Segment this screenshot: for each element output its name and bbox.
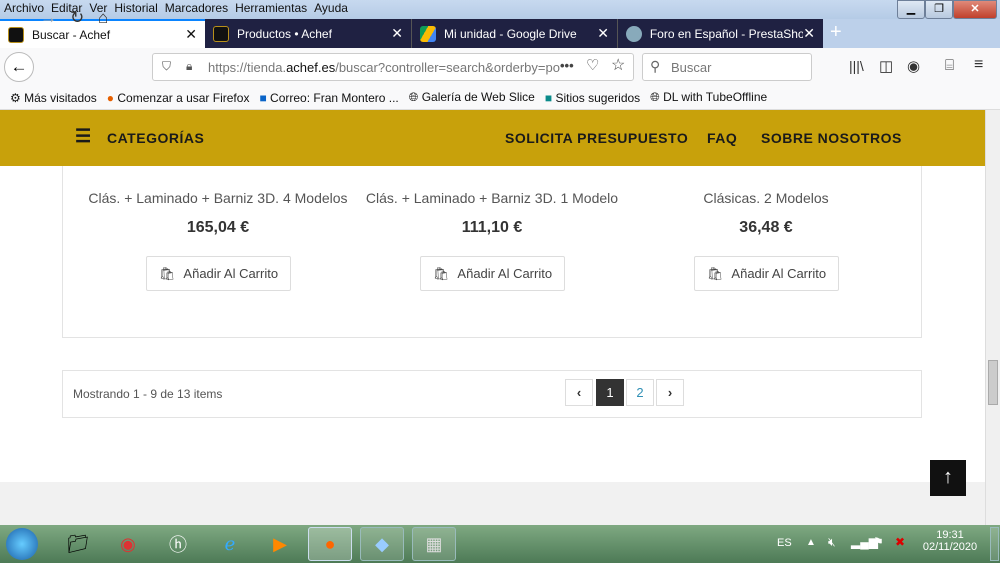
drive-icon	[420, 25, 436, 42]
search-icon: ⚲	[650, 58, 661, 74]
bookmark-mas-visitados[interactable]: ⚙ Más visitados	[10, 91, 97, 105]
show-desktop-button[interactable]	[990, 527, 999, 561]
menu-archivo[interactable]: Archivo	[4, 1, 44, 15]
close-tab-icon[interactable]: ✕	[185, 26, 197, 43]
menu-marcadores[interactable]: Marcadores	[165, 1, 228, 15]
close-tab-icon[interactable]: ✕	[803, 25, 815, 42]
start-button[interactable]	[6, 528, 38, 560]
close-tab-icon[interactable]: ✕	[391, 25, 403, 42]
forward-button[interactable]: →	[40, 8, 57, 28]
account-icon[interactable]: ◉	[907, 57, 920, 75]
internet-explorer-icon[interactable]: ℯ	[208, 527, 252, 561]
bookmark-galeria-web-slice[interactable]: 🌐︎ Galería de Web Slice	[409, 90, 535, 105]
site-header: ☰ CATEGORÍAS SOLICITA PRESUPUESTO FAQ SO…	[0, 110, 985, 166]
page-2-button[interactable]: 2	[626, 379, 654, 406]
achef-favicon-icon	[213, 25, 229, 42]
scroll-to-top-button[interactable]: ↑	[930, 460, 966, 496]
hamburger-icon[interactable]: ☰	[75, 126, 92, 147]
taskbar: 📁︎ ◉ ⓗ ℯ ▶ ● ◆ ▦ ES ▲ 🔇︎ ▂▄▆ ⚑ ✖ 19:31 02…	[0, 525, 1000, 563]
product-name[interactable]: Clás. + Laminado + Barniz 3D. 1 Modelo	[352, 190, 632, 206]
sidebar-icon[interactable]: ◫	[879, 57, 893, 75]
home-button[interactable]: ⌂	[98, 8, 108, 28]
menu-bar: Archivo Editar Ver Historial Marcadores Herra…	[0, 0, 1000, 19]
clock[interactable]: 19:31 02/11/2020	[920, 529, 980, 553]
bookmark-correo[interactable]: ■ Correo: Fran Montero ...	[259, 91, 398, 105]
restore-button[interactable]: ❐	[925, 0, 953, 19]
nav-faq[interactable]: FAQ	[707, 130, 737, 146]
lock-icon[interactable]: 🔒︎	[186, 59, 192, 74]
bookmarks-bar: ⚙ Más visitados ● Comenzar a usar Firefo…	[0, 86, 1000, 110]
power-icon[interactable]: ✖	[895, 535, 905, 549]
add-to-cart-button[interactable]: 🛍︎ Añadir Al Carrito	[420, 256, 565, 291]
calculator-icon[interactable]: ▦	[412, 527, 456, 561]
new-tab-button[interactable]: +	[830, 21, 842, 44]
tab-bar: Buscar - Achef ✕ Productos • Achef ✕ Mi un…	[0, 19, 1000, 48]
pagination-summary: Mostrando 1 - 9 de 13 items	[73, 387, 223, 401]
library-icon[interactable]: |||\	[849, 58, 864, 74]
outlook-icon: ■	[259, 90, 267, 105]
minimize-button[interactable]: ▁	[897, 0, 925, 19]
product-price: 111,10 €	[461, 219, 523, 236]
menu-historial[interactable]: Historial	[114, 1, 157, 15]
shopping-bag-icon: 🛍︎	[432, 265, 450, 281]
chrome-icon[interactable]: ◉	[106, 527, 150, 561]
page-actions-icon[interactable]: •••	[560, 58, 574, 73]
scrollbar-thumb[interactable]	[988, 360, 998, 405]
prev-page-button[interactable]: ‹	[565, 379, 593, 406]
add-to-cart-button[interactable]: 🛍︎ Añadir Al Carrito	[694, 256, 839, 291]
categories-menu[interactable]: CATEGORÍAS	[107, 130, 204, 146]
scrollbar[interactable]	[985, 110, 1000, 525]
shopping-bag-icon: 🛍︎	[158, 265, 176, 281]
bookmark-star-icon[interactable]: ☆	[611, 55, 625, 75]
shield-icon[interactable]: ⛉	[162, 59, 171, 74]
tab-foro-prestashop[interactable]: Foro en Español - PrestaShop F✕	[617, 19, 823, 48]
next-page-button[interactable]: ›	[656, 379, 684, 406]
menu-herramientas[interactable]: Herramientas	[235, 1, 307, 15]
nav-solicita-presupuesto[interactable]: SOLICITA PRESUPUESTO	[505, 130, 688, 146]
firefox-taskbar-icon[interactable]: ●	[308, 527, 352, 561]
product-price: 165,04 €	[186, 219, 250, 236]
action-center-flag-icon[interactable]: ⚑	[873, 535, 884, 549]
bookmark-sitios-sugeridos[interactable]: ■ Sitios sugeridos	[545, 91, 640, 105]
firefox-icon: ●	[106, 90, 115, 105]
bookmark-comenzar-firefox[interactable]: ● Comenzar a usar Firefox	[107, 91, 250, 105]
product-price: 36,48 €	[739, 219, 793, 236]
volume-muted-icon[interactable]: 🔇︎	[828, 535, 836, 550]
hamburger-menu-icon[interactable]: ≡	[974, 56, 983, 74]
nav-sobre-nosotros[interactable]: SOBRE NOSOTROS	[761, 130, 902, 146]
close-window-button[interactable]: ✕	[953, 0, 997, 19]
add-to-cart-button[interactable]: 🛍︎ Añadir Al Carrito	[146, 256, 291, 291]
footer	[0, 482, 985, 525]
back-button[interactable]: ←	[4, 52, 34, 82]
reload-button[interactable]: ↻	[70, 8, 84, 28]
hp-icon[interactable]: ⓗ	[156, 527, 200, 561]
search-input[interactable]: Buscar	[642, 53, 812, 81]
bookmark-tubeoffline[interactable]: 🌐︎ DL with TubeOffline	[650, 90, 767, 105]
pocket-icon[interactable]: ♡	[586, 56, 599, 74]
language-indicator[interactable]: ES	[777, 537, 792, 549]
explorer-icon[interactable]: 📁︎	[56, 527, 100, 561]
menu-ayuda[interactable]: Ayuda	[314, 1, 348, 15]
notes-icon[interactable]: ◆	[360, 527, 404, 561]
media-player-icon[interactable]: ▶	[258, 527, 302, 561]
pagination-bar: Mostrando 1 - 9 de 13 items	[62, 370, 922, 418]
whats-new-gift-icon[interactable]: ⌸	[945, 57, 954, 74]
achef-favicon-icon	[8, 26, 24, 43]
tab-label: Mi unidad - Google Drive	[444, 26, 577, 41]
close-tab-icon[interactable]: ✕	[597, 25, 609, 42]
show-hidden-icons[interactable]: ▲	[806, 537, 816, 548]
page-1-button[interactable]: 1	[596, 379, 624, 406]
prestashop-icon	[626, 25, 642, 42]
tab-label: Productos • Achef	[237, 26, 332, 41]
tab-label: Buscar - Achef	[32, 27, 111, 42]
product-name[interactable]: Clás. + Laminado + Barniz 3D. 4 Modelos	[78, 190, 358, 206]
shopping-bag-icon: 🛍︎	[706, 265, 724, 281]
product-name[interactable]: Clásicas. 2 Modelos	[626, 190, 906, 206]
tab-productos[interactable]: Productos • Achef ✕	[205, 19, 411, 48]
tab-label: Foro en Español - PrestaShop F	[649, 26, 804, 41]
tab-google-drive[interactable]: Mi unidad - Google Drive ✕	[411, 19, 617, 48]
bing-icon: ■	[544, 90, 553, 105]
